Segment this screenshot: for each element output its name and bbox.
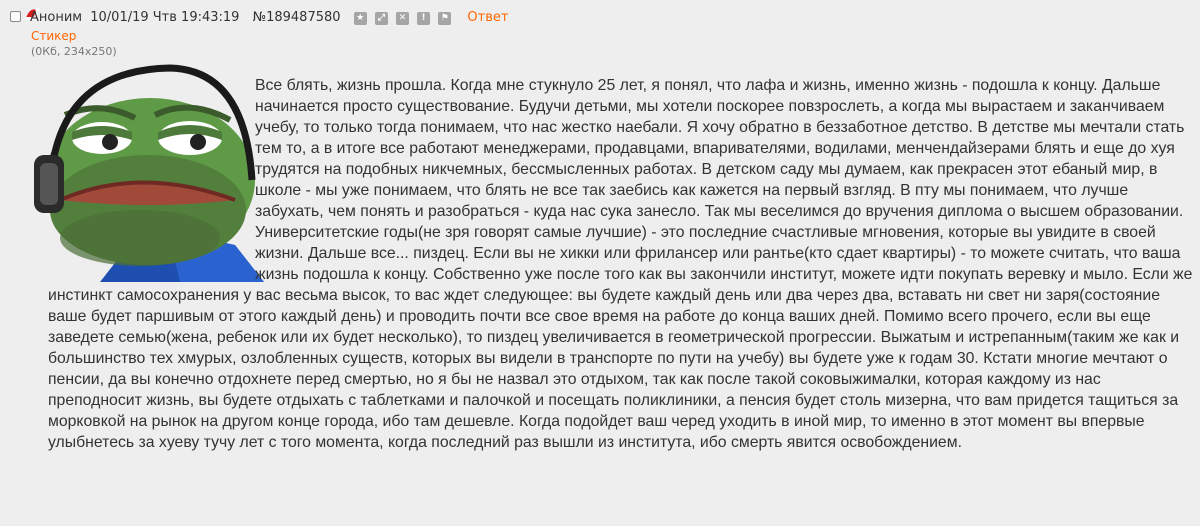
post-datetime: 10/01/19 Чтв 19:43:19 [90,10,240,25]
post-select-checkbox[interactable] [10,11,21,22]
post-message: Все блять, жизнь прошла. Когда мне стукн… [48,75,1194,453]
file-meta: (0Кб, 234x250) [31,45,117,58]
warning-icon[interactable]: ! [417,12,431,25]
post-header: Аноним 10/01/19 Чтв 19:43:19 №189487580 … [30,9,508,27]
file-label[interactable]: Стикер [31,28,76,44]
post: Аноним 10/01/19 Чтв 19:43:19 №189487580 … [0,0,1200,526]
post-number[interactable]: №189487580 [253,9,341,27]
reply-link[interactable]: Ответ [467,9,508,27]
star-icon[interactable]: ★ [353,12,367,25]
thumbnail-spacer [48,75,255,280]
expand-icon[interactable]: ⤢ [374,12,388,25]
poster-name: Аноним [30,10,83,25]
flag-icon[interactable]: ⚑ [438,12,452,25]
close-icon[interactable]: ✕ [395,12,409,25]
post-actions: ★ ⤢ ✕ ! ⚑ [353,9,456,27]
